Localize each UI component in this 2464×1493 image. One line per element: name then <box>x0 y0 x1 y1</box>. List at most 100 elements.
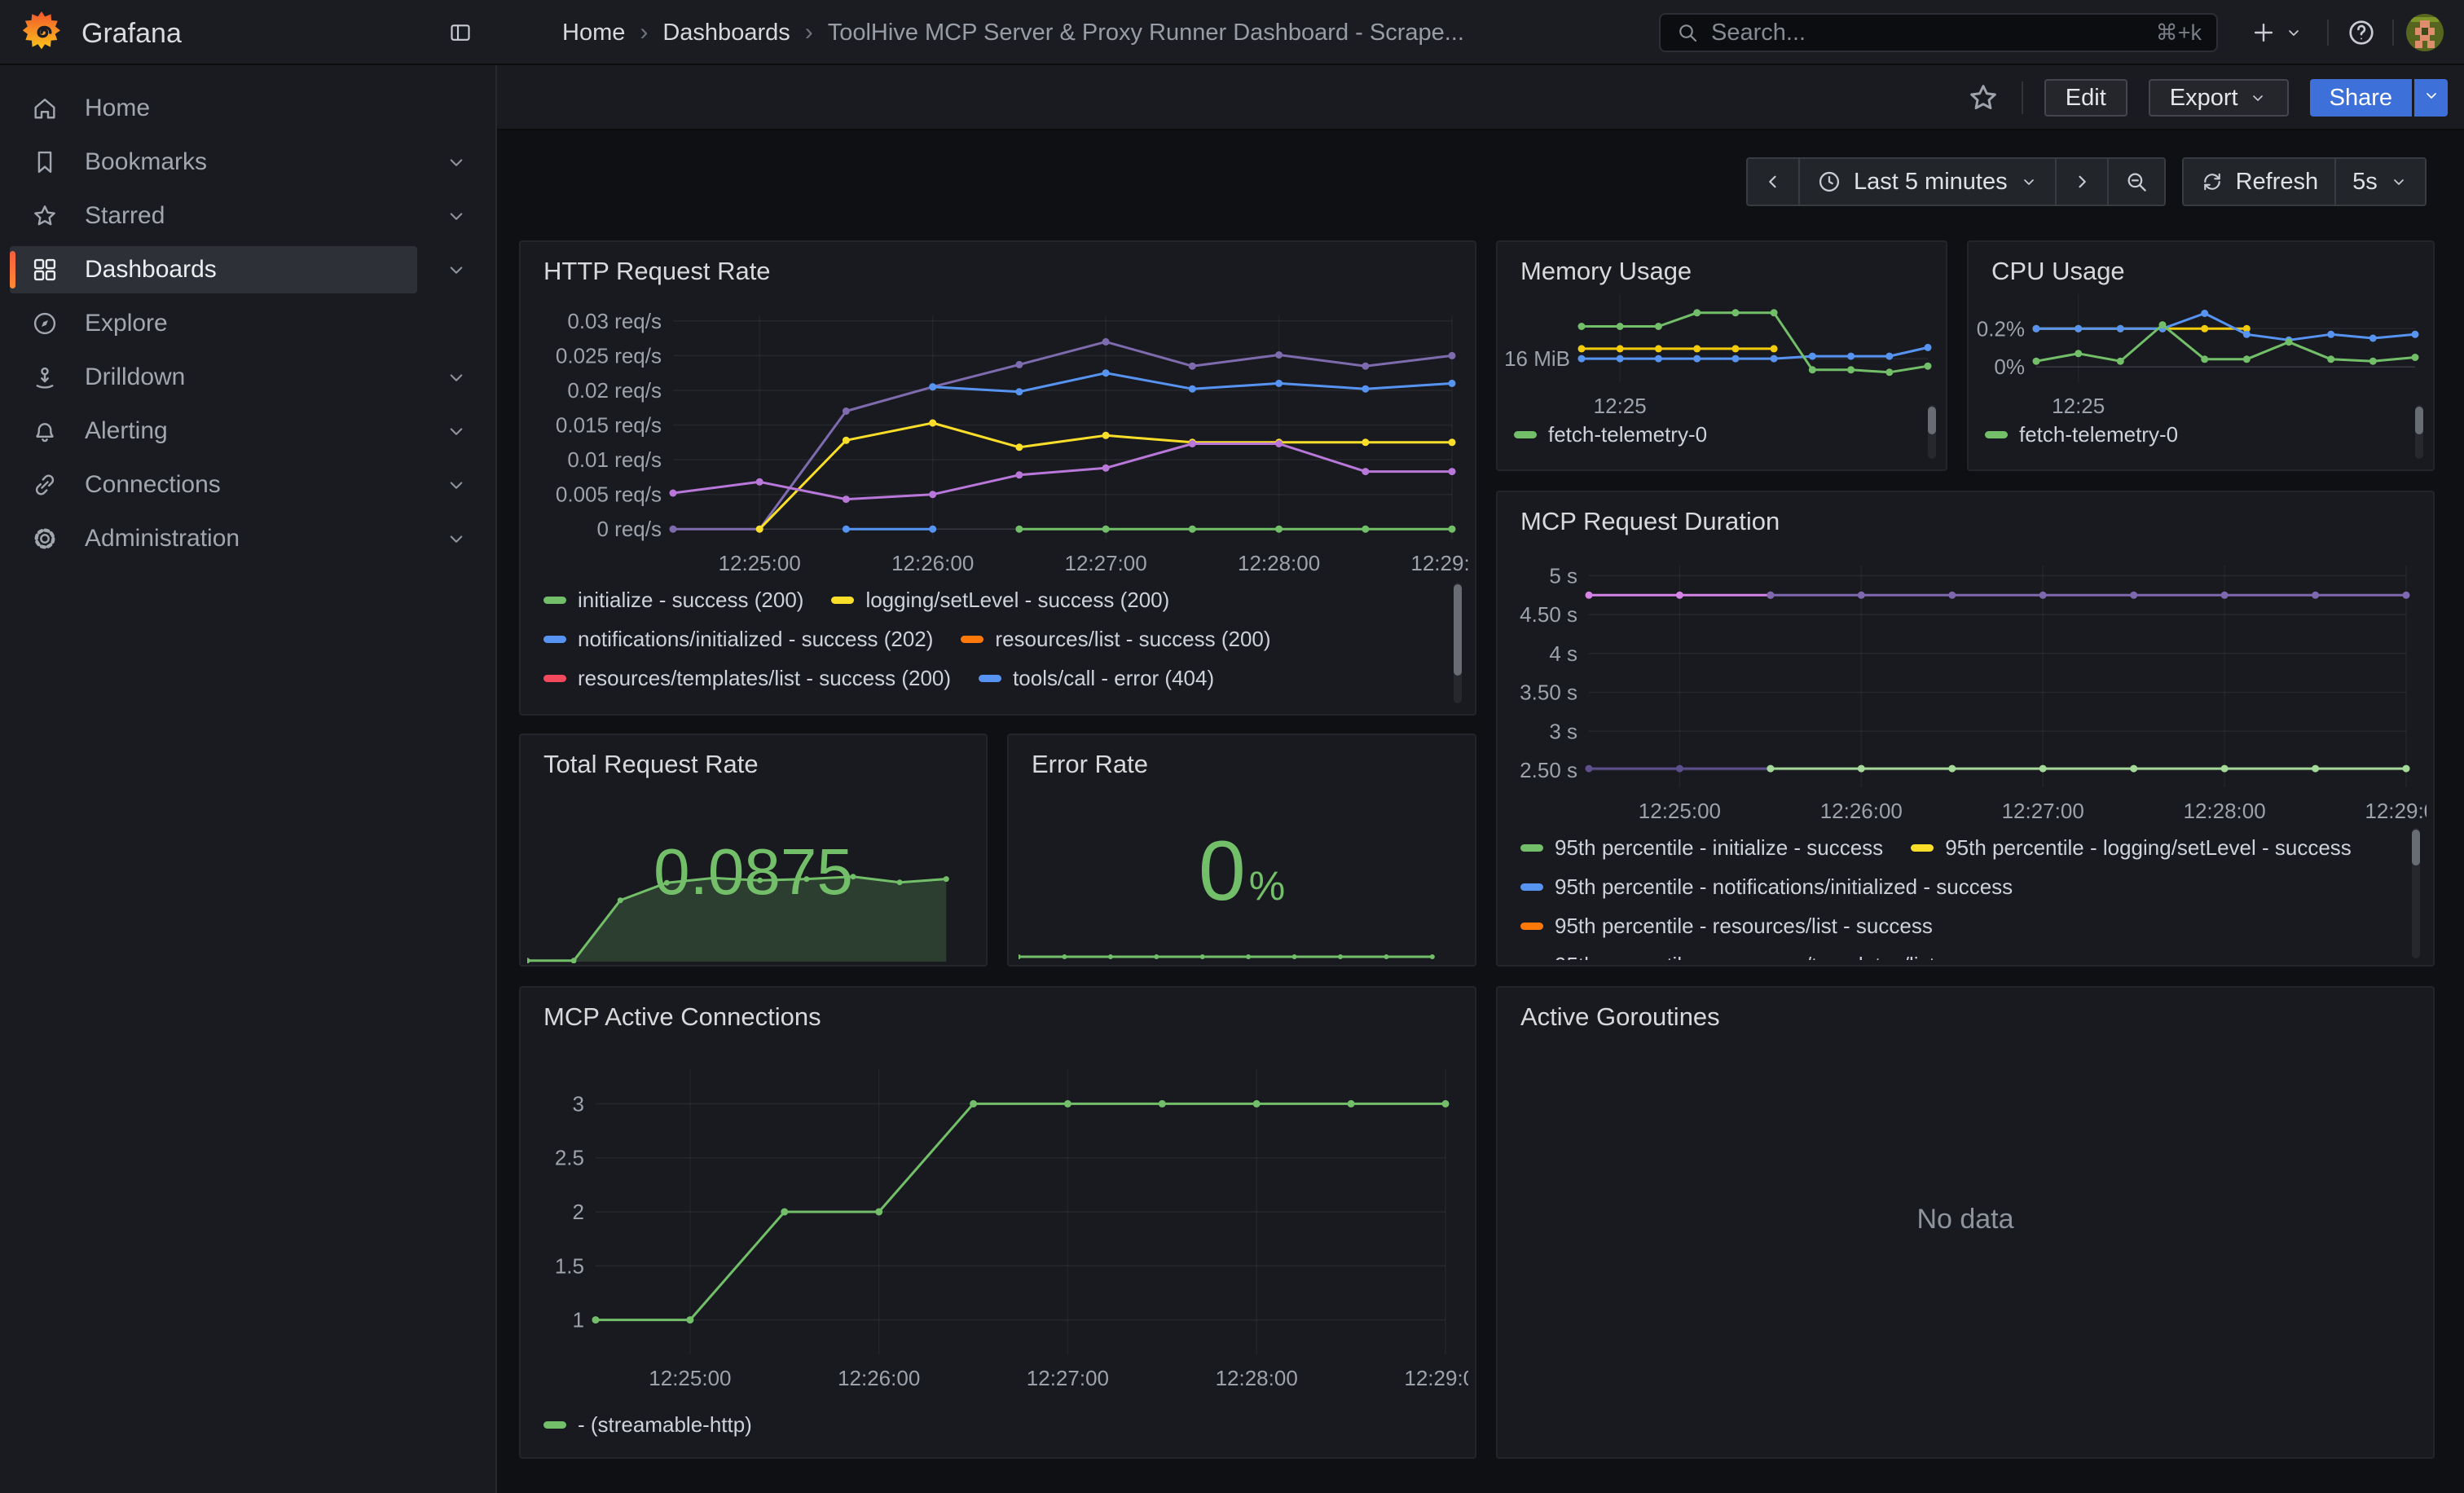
legend-item[interactable]: tools/call - error (404) <box>979 666 1214 691</box>
svg-text:12:25: 12:25 <box>1594 394 1647 415</box>
star-favorite-button[interactable] <box>1966 81 2000 115</box>
legend-item[interactable]: fetch-telemetry-0 <box>1985 422 2178 447</box>
legend-label: resources/list - success (200) <box>995 627 1270 652</box>
sidebar-item-administration[interactable]: Administration <box>0 512 495 566</box>
share-menu-caret[interactable] <box>2412 79 2448 117</box>
legend-item[interactable]: - (streamable-http) <box>543 1412 752 1438</box>
export-button[interactable]: Export <box>2149 79 2289 117</box>
legend-swatch <box>543 636 566 643</box>
sidebar-item-connections[interactable]: Connections <box>0 458 495 512</box>
legend-item[interactable]: fetch-telemetry-0 <box>1514 422 1707 447</box>
svg-text:0.015 req/s: 0.015 req/s <box>556 413 662 438</box>
add-button[interactable] <box>2242 15 2311 51</box>
sidebar-item-explore[interactable]: Explore <box>0 297 495 350</box>
chevron-down-icon[interactable] <box>417 526 495 551</box>
legend-item[interactable]: resources/list - success (200) <box>961 627 1270 652</box>
search-box[interactable]: ⌘+k <box>1659 13 2218 52</box>
svg-text:1.5: 1.5 <box>555 1253 584 1278</box>
share-button[interactable]: Share <box>2310 79 2412 117</box>
svg-text:12:27:00: 12:27:00 <box>1027 1366 1109 1390</box>
breadcrumb-item[interactable]: Home <box>562 20 625 46</box>
refresh-group: Refresh 5s <box>2182 157 2427 206</box>
refresh-button[interactable]: Refresh <box>2182 157 2337 206</box>
svg-text:3.50 s: 3.50 s <box>1520 680 1577 705</box>
panel-title[interactable]: MCP Active Connections <box>543 1002 821 1032</box>
legend-label: fetch-telemetry-0 <box>2019 422 2178 447</box>
zoom-out-button[interactable] <box>2109 157 2166 206</box>
panel-title[interactable]: CPU Usage <box>1991 257 2125 286</box>
sidebar-item-drilldown[interactable]: Drilldown <box>0 350 495 404</box>
panel-error-rate: Error Rate 0% <box>1007 733 1476 967</box>
brand-title: Grafana <box>81 18 182 50</box>
search-icon <box>1675 20 1700 45</box>
time-forward-button[interactable] <box>2057 157 2109 206</box>
legend-item[interactable]: 95th percentile - logging/setLevel - suc… <box>1911 835 2352 861</box>
chevron-down-icon[interactable] <box>417 258 495 282</box>
legend-scrollbar[interactable] <box>1928 405 1936 459</box>
legend-scrollbar[interactable] <box>2415 405 2423 459</box>
sidebar-item-alerting[interactable]: Alerting <box>0 404 495 458</box>
legend-swatch <box>961 636 983 643</box>
legend-scrollbar[interactable] <box>1454 583 1462 703</box>
time-controls: Last 5 minutes Refresh 5s <box>1746 157 2427 206</box>
search-shortcut-badge: ⌘+k <box>2156 20 2202 46</box>
sidebar-item-starred[interactable]: Starred <box>0 189 495 243</box>
legend-item[interactable]: logging/setLevel - success (200) <box>831 588 1169 613</box>
edit-button[interactable]: Edit <box>2044 79 2127 117</box>
panel-title[interactable]: Active Goroutines <box>1520 1002 1720 1032</box>
panel-title[interactable]: Memory Usage <box>1520 257 1692 286</box>
chevron-down-icon[interactable] <box>417 419 495 443</box>
legend-label: 95th percentile - resources/list - succe… <box>1555 914 1933 939</box>
svg-text:2.50 s: 2.50 s <box>1520 758 1577 782</box>
svg-text:0.03 req/s: 0.03 req/s <box>567 309 662 333</box>
refresh-label: Refresh <box>2236 169 2319 196</box>
legend-item[interactable]: 95th percentile - resources/list - succe… <box>1520 914 1933 939</box>
legend-item[interactable]: resources/templates/list - success (200) <box>543 666 951 691</box>
clock-icon <box>1816 169 1842 195</box>
legend-item[interactable]: initialize - success (200) <box>543 588 803 613</box>
svg-text:0.005 req/s: 0.005 req/s <box>556 482 662 507</box>
svg-text:3 s: 3 s <box>1549 719 1577 743</box>
legend-swatch <box>1985 431 2008 438</box>
panel-title[interactable]: Total Request Rate <box>543 750 759 779</box>
panel-title[interactable]: Error Rate <box>1032 750 1148 779</box>
sidebar-item-label: Administration <box>85 525 240 553</box>
svg-text:12:28:00: 12:28:00 <box>1216 1366 1298 1390</box>
legend-label: 95th percentile - notifications/initiali… <box>1555 874 2013 900</box>
breadcrumb: Home›Dashboards›ToolHive MCP Server & Pr… <box>562 0 1464 65</box>
svg-text:0.01 req/s: 0.01 req/s <box>567 447 662 472</box>
error-rate-sparkline <box>1019 945 1468 960</box>
legend-item[interactable]: 95th percentile - notifications/initiali… <box>1520 874 2013 900</box>
legend-item[interactable]: 95th percentile - initialize - success <box>1520 835 1883 861</box>
time-back-button[interactable] <box>1746 157 1800 206</box>
chevron-down-icon[interactable] <box>417 365 495 390</box>
help-button[interactable] <box>2340 15 2383 51</box>
legend-item[interactable]: notifications/initialized - success (202… <box>543 627 933 652</box>
bookmark-icon <box>31 148 59 176</box>
time-range-picker[interactable]: Last 5 minutes <box>1800 157 2057 206</box>
chevron-down-icon[interactable] <box>417 473 495 497</box>
avatar[interactable] <box>2406 14 2444 51</box>
legend-scrollbar[interactable] <box>2412 828 2420 958</box>
search-input[interactable] <box>1711 20 2145 46</box>
refresh-interval-picker[interactable]: 5s <box>2336 157 2427 206</box>
sidebar-item-home[interactable]: Home <box>0 81 495 135</box>
breadcrumb-item[interactable]: Dashboards <box>662 20 790 46</box>
breadcrumb-item: ToolHive MCP Server & Proxy Runner Dashb… <box>828 20 1464 46</box>
svg-text:12:25:00: 12:25:00 <box>719 551 801 575</box>
chevron-down-icon <box>2284 23 2303 42</box>
divider <box>2392 20 2394 46</box>
chevron-down-icon[interactable] <box>417 150 495 174</box>
chevron-down-icon[interactable] <box>417 204 495 228</box>
sidebar-item-bookmarks[interactable]: Bookmarks <box>0 135 495 189</box>
panel-title[interactable]: MCP Request Duration <box>1520 507 1780 536</box>
mcp-active-connections-chart: 11.522.5312:25:0012:26:0012:27:0012:28:0… <box>530 1045 1468 1403</box>
legend-label: - (streamable-http) <box>578 1412 752 1438</box>
legend-swatch <box>1520 844 1543 852</box>
legend-item[interactable]: 95th percentile - resources/templates/li… <box>1520 953 2031 961</box>
no-data-message: No data <box>1498 1204 2433 1235</box>
sidebar-item-dashboards[interactable]: Dashboards <box>0 243 495 297</box>
panel-title[interactable]: HTTP Request Rate <box>543 257 771 286</box>
sidebar-toggle-button[interactable] <box>444 16 477 49</box>
panel-memory-usage: Memory Usage 16 MiB12:25 fetch-telemetry… <box>1496 240 1947 471</box>
